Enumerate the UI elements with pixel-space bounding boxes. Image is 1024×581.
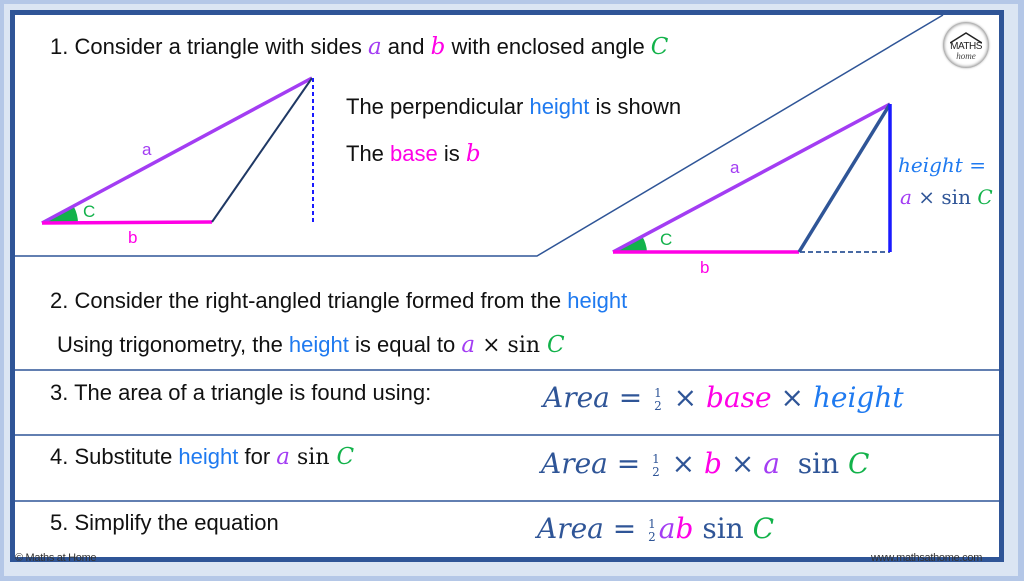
right-label-a: a: [730, 158, 740, 177]
times-sign: ×: [771, 381, 813, 414]
step5-heading: 5. Simplify the equation: [50, 510, 279, 535]
perpendicular-height-note: The perpendicular height is shown: [346, 94, 681, 120]
height-word: height: [529, 94, 590, 119]
step1-text-and: and: [381, 34, 431, 59]
formula-b: b: [675, 512, 694, 545]
step2-trig-height: height: [288, 332, 349, 357]
formula-area-lhs: Area =: [537, 512, 646, 545]
formula-height: height: [812, 381, 904, 414]
step4-var-C: C: [336, 444, 355, 470]
formula-C: C: [752, 512, 775, 545]
formula-base: base: [706, 381, 772, 414]
base-var-b: b: [465, 141, 481, 167]
height-equals: height =: [898, 153, 986, 177]
times-sign: ×: [662, 447, 705, 480]
var-a: a: [367, 34, 382, 60]
formula-sin: sin: [779, 447, 849, 480]
fraction-one-half: 12: [654, 385, 662, 413]
height-expr-C: C: [977, 185, 993, 209]
right-triangle: [612, 102, 892, 254]
height-equation-line1: height =: [898, 153, 986, 178]
left-side-b: [41, 220, 213, 225]
right-label-C: C: [660, 230, 673, 249]
formula-area-lhs: Area =: [541, 447, 650, 480]
note-text-suffix: is shown: [589, 94, 682, 119]
formula-C: C: [848, 447, 870, 480]
step2-trig-text: Using trigonometry, the: [57, 332, 289, 357]
base-note-text: The: [346, 141, 391, 166]
step1-text-angle: with enclosed angle: [445, 34, 651, 59]
formula-area-lhs: Area =: [543, 381, 652, 414]
step2-trig-line: Using trigonometry, the height is equal …: [57, 332, 565, 358]
times-sign: ×: [664, 381, 707, 414]
formula-a: a: [763, 447, 780, 480]
formula-b: b: [704, 447, 722, 480]
area-formula-base-height: Area = 12 × base × height: [543, 381, 904, 414]
logo-text-home: home: [956, 51, 976, 61]
website-link[interactable]: www.mathsathome.com: [871, 552, 982, 564]
step1-heading: 1. Consider a triangle with sides a and …: [50, 34, 668, 60]
area-formula-final: Area = 1 2 ab sin C: [537, 512, 774, 545]
left-label-C: C: [83, 202, 96, 221]
step1-text: 1. Consider a triangle with sides: [50, 34, 368, 59]
times-sign: ×: [721, 447, 764, 480]
formula-sin: sin: [693, 512, 753, 545]
note-text: The perpendicular: [346, 94, 530, 119]
formula-a: a: [658, 512, 676, 545]
var-C: C: [650, 34, 669, 60]
base-note-is: is: [437, 141, 466, 166]
right-side-third: [797, 103, 892, 253]
step4-sin: sin: [290, 445, 337, 470]
step2-times-sin: × sin: [475, 333, 548, 358]
frac-den: 2: [654, 398, 662, 413]
left-label-a: a: [142, 140, 152, 159]
maths-at-home-logo: MATHS home: [943, 22, 989, 68]
step4-var-a: a: [276, 444, 290, 470]
height-expr-times-sin: × sin: [911, 185, 978, 209]
step4-height-word: height: [178, 444, 239, 469]
var-b: b: [430, 34, 446, 60]
step2-trig-mid: is equal to: [348, 332, 462, 357]
fraction-one-half: 12: [648, 516, 656, 544]
frac-den: 2: [652, 464, 660, 479]
frac-den: 2: [648, 529, 656, 544]
base-note: The base is b: [346, 141, 481, 167]
base-word: base: [390, 141, 438, 166]
step2-text: 2. Consider the right-angled triangle fo…: [50, 288, 568, 313]
area-formula-substituted: Area = 12 × b × a sin C: [541, 447, 869, 480]
frac-num: 1: [654, 385, 662, 400]
left-label-b: b: [128, 228, 138, 247]
left-side-third: [211, 77, 313, 223]
step2-heading: 2. Consider the right-angled triangle fo…: [50, 288, 627, 314]
step2-height-word: height: [567, 288, 628, 313]
step4-for: for: [238, 444, 277, 469]
height-equation-line2: a × sin C: [900, 185, 993, 210]
fraction-one-half: 12: [652, 451, 660, 479]
frac-num: 1: [648, 516, 656, 531]
height-expr-a: a: [900, 185, 912, 209]
frac-num: 1: [652, 451, 660, 466]
step2-var-a: a: [461, 332, 476, 358]
step2-var-C: C: [547, 332, 565, 358]
right-side-a: [612, 102, 891, 254]
right-label-b: b: [700, 258, 710, 277]
step3-heading: 3. The area of a triangle is found using…: [50, 380, 432, 405]
copyright-text: © Maths at Home: [15, 552, 97, 564]
step4-heading: 4. Substitute height for a sin C: [50, 444, 354, 470]
step4-text: 4. Substitute: [50, 444, 179, 469]
